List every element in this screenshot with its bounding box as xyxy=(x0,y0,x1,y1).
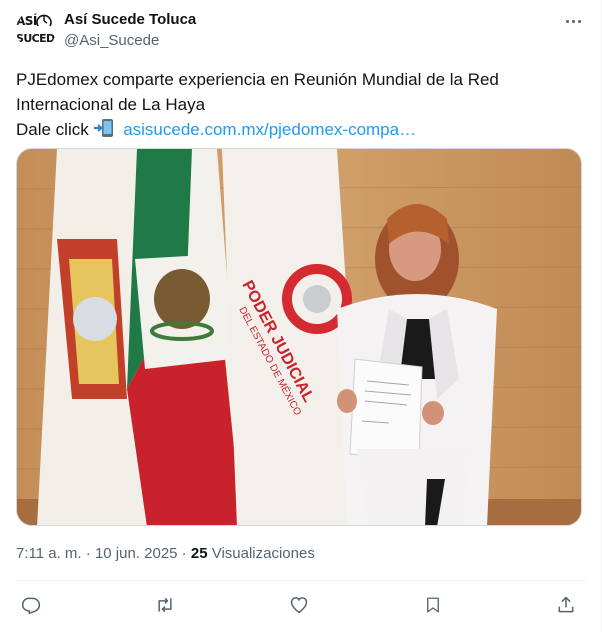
divider xyxy=(16,580,586,581)
tweet-text-prefix: Dale click xyxy=(16,120,94,139)
views-label: Visualizaciones xyxy=(207,545,315,562)
action-bar xyxy=(16,590,586,620)
avatar-logo-text: ASÍ xyxy=(16,14,37,28)
more-icon[interactable] xyxy=(562,12,584,30)
tweet-text-line: Internacional de La Haya xyxy=(16,95,206,114)
retweet-icon[interactable] xyxy=(152,592,178,618)
share-icon[interactable] xyxy=(553,592,579,618)
tweet-date[interactable]: 10 jun. 2025 xyxy=(95,545,178,562)
tweet-text: PJEdomex comparte experiencia en Reunión… xyxy=(16,67,586,142)
tweet-meta: 7:11 a. m. · 10 jun. 2025 · 25 Visualiza… xyxy=(16,545,315,562)
reply-icon[interactable] xyxy=(18,592,44,618)
article-link[interactable]: asisucede.com.mx/pjedomex-compa… xyxy=(123,120,416,139)
tweet-time[interactable]: 7:11 a. m. xyxy=(16,545,82,562)
tweet-text-line: PJEdomex comparte experiencia en Reunión… xyxy=(16,70,499,89)
meta-separator: · xyxy=(81,545,95,562)
bookmark-icon[interactable] xyxy=(420,592,446,618)
tweet-photo[interactable]: PODER JUDICIAL DEL ESTADO DE MÉXICO xyxy=(16,148,582,526)
like-icon[interactable] xyxy=(286,592,312,618)
clock-icon xyxy=(36,14,52,27)
meta-separator: · xyxy=(177,545,191,562)
avatar-logo-subtext: SUCEDE xyxy=(16,32,56,45)
author-handle[interactable]: @Asi_Sucede xyxy=(64,32,159,49)
author-name[interactable]: Así Sucede Toluca xyxy=(64,11,196,28)
photo-illustration: PODER JUDICIAL DEL ESTADO DE MÉXICO xyxy=(17,149,581,525)
views-count: 25 xyxy=(190,545,208,562)
tweet-text-line: Dale click asisucede.com.mx/pjedomex-com… xyxy=(16,117,586,142)
avatar[interactable]: ASÍ SUCEDE xyxy=(16,10,56,50)
mobile-phone-arrow-icon xyxy=(94,119,114,137)
tweet-card[interactable]: ASÍ SUCEDE Así Sucede Toluca @Asi_Sucede… xyxy=(0,0,602,632)
